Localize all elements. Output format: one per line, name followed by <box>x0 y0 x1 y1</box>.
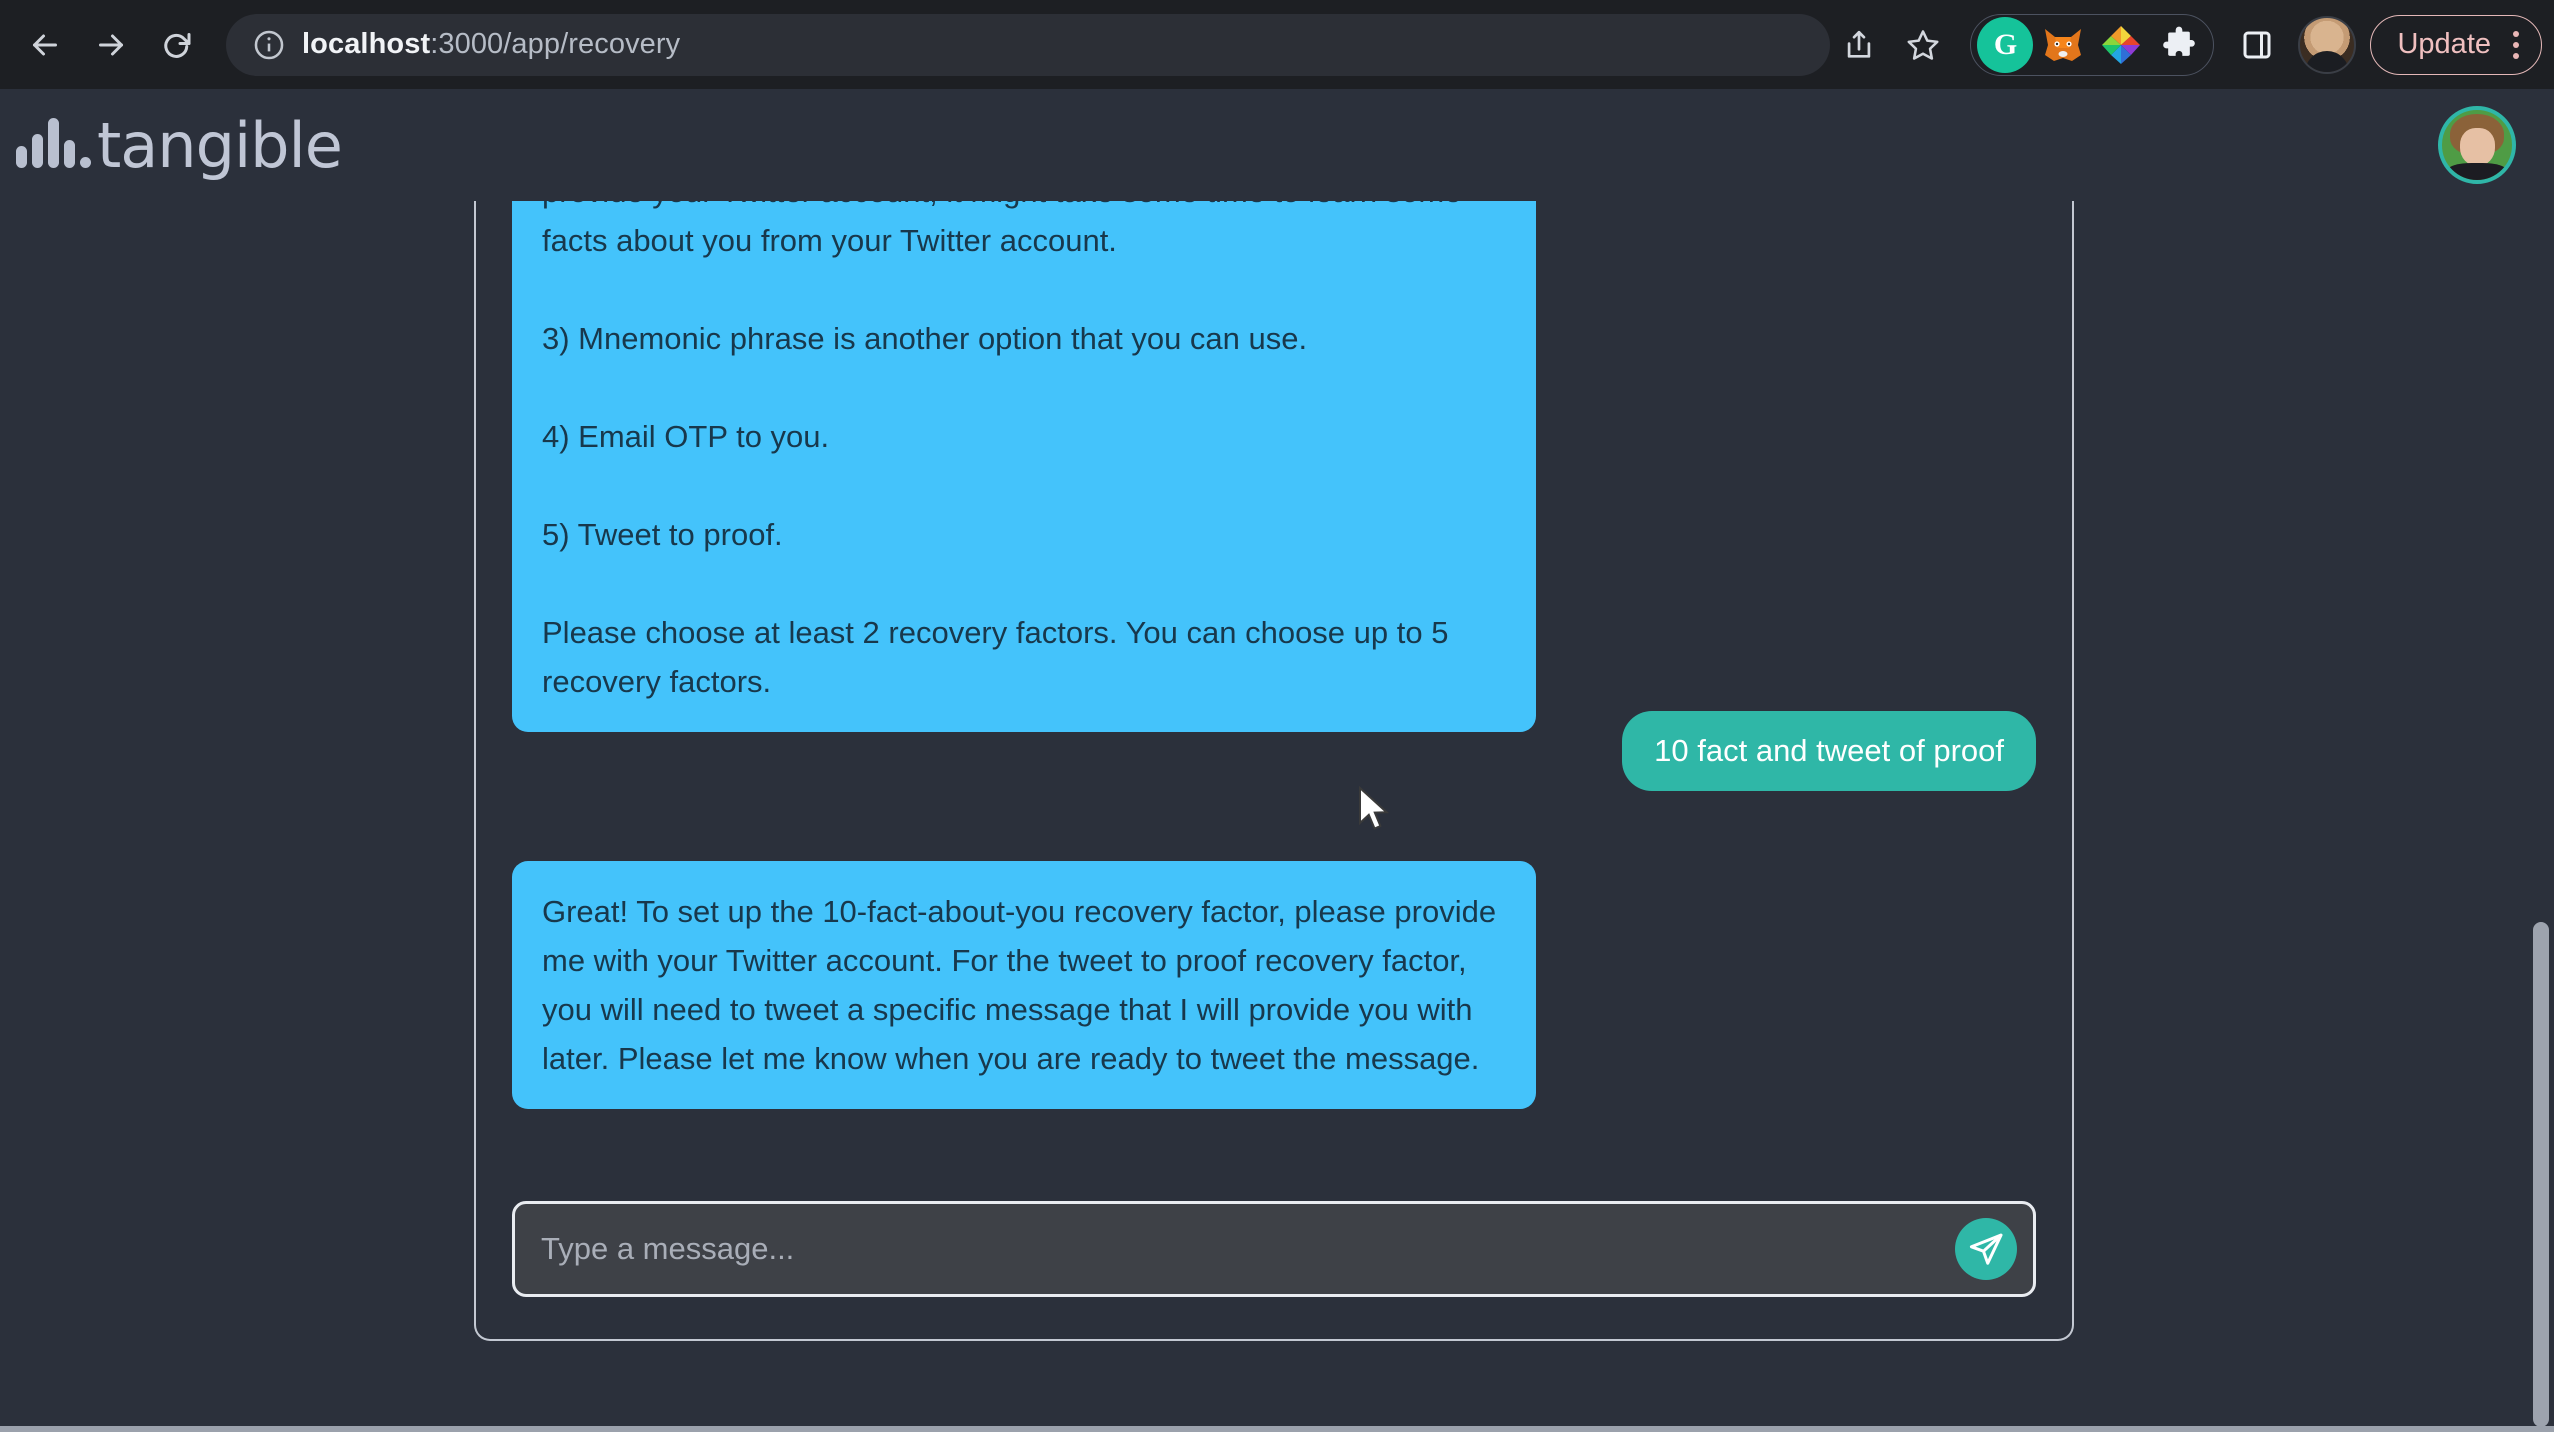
bot-message-bubble: Great! To set up the 10-fact-about-you r… <box>512 861 1536 1109</box>
app-header: tangible <box>0 89 2554 201</box>
color-picker-extension-icon[interactable] <box>2093 17 2149 73</box>
fox-icon <box>2045 28 2082 61</box>
url-host: localhost <box>302 28 431 60</box>
brand-name: tangible <box>97 108 343 182</box>
info-circle-icon[interactable] <box>252 28 286 62</box>
user-avatar[interactable] <box>2438 106 2516 184</box>
forward-button[interactable] <box>80 14 142 76</box>
address-bar[interactable]: localhost:3000/app/recovery <box>226 13 1831 76</box>
browser-profile-avatar[interactable] <box>2298 15 2357 74</box>
waveform-bars-icon <box>16 118 91 172</box>
message-composer <box>512 1201 2036 1297</box>
star-icon <box>1907 29 1940 60</box>
mouse-cursor <box>1359 786 1390 830</box>
brand-logo[interactable]: tangible <box>0 108 343 182</box>
avatar-face <box>2459 128 2495 166</box>
arrow-right-icon <box>99 34 123 55</box>
send-paper-plane-icon <box>1969 1233 2003 1265</box>
reload-button[interactable] <box>146 14 208 76</box>
update-button[interactable]: Update <box>2370 14 2542 75</box>
puzzle-icon <box>2163 26 2196 56</box>
color-wheel-icon <box>2102 25 2141 64</box>
send-button[interactable] <box>1955 1218 2017 1280</box>
chat-panel: provide your Twitter account, it might t… <box>474 201 2074 1341</box>
metamask-extension-icon[interactable] <box>2035 17 2091 73</box>
browser-nav-buttons <box>0 14 208 76</box>
share-button[interactable] <box>1830 16 1888 74</box>
bookmark-button[interactable] <box>1894 16 1952 74</box>
avatar-body <box>2447 163 2507 180</box>
extensions-button[interactable] <box>2151 17 2207 73</box>
back-button[interactable] <box>14 14 76 76</box>
browser-toolbar: localhost:3000/app/recovery G Update <box>0 0 2554 89</box>
page-scrollbar[interactable] <box>2528 89 2554 1432</box>
window-bottom-edge <box>0 1426 2554 1432</box>
message-input[interactable] <box>541 1231 1955 1267</box>
url-path: :3000/app/recovery <box>430 28 681 60</box>
side-panel-button[interactable] <box>2228 16 2286 74</box>
message-list: provide your Twitter account, it might t… <box>476 201 2072 1201</box>
side-panel-icon <box>2243 31 2271 58</box>
reload-icon <box>164 32 191 58</box>
grammarly-extension-icon[interactable]: G <box>1977 16 2034 73</box>
share-icon <box>1848 30 1871 58</box>
arrow-left-icon <box>33 34 57 55</box>
user-message-bubble: 10 fact and tweet of proof <box>1622 711 2036 791</box>
scrollbar-thumb[interactable] <box>2533 922 2549 1427</box>
omnibox-actions <box>1830 16 1960 74</box>
bot-message-bubble: provide your Twitter account, it might t… <box>512 201 1536 732</box>
extensions-group: G <box>1970 13 2215 76</box>
kebab-menu-icon[interactable] <box>2505 30 2527 59</box>
update-button-label: Update <box>2397 28 2491 60</box>
address-bar-url: localhost:3000/app/recovery <box>302 28 680 61</box>
